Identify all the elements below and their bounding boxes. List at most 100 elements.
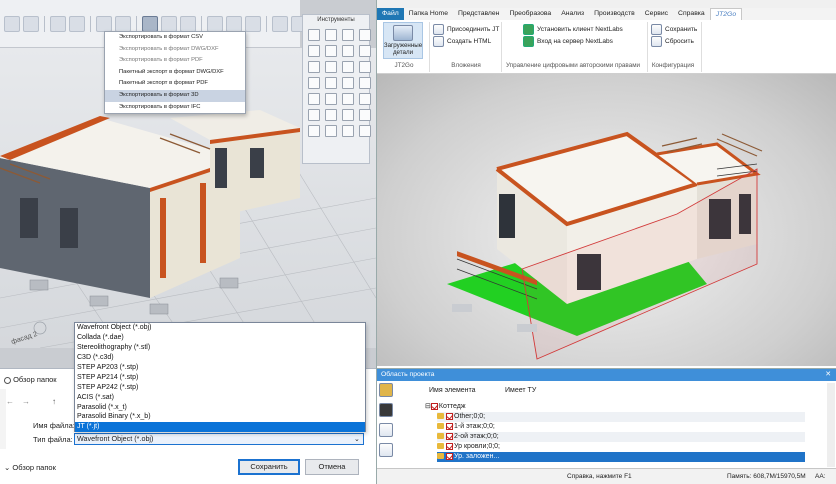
export-icon[interactable] xyxy=(142,16,158,32)
file-type-select[interactable]: Wavefront Object (*.obj) ⌄ xyxy=(74,433,364,445)
file-type-option[interactable]: ACIS (*.sat) xyxy=(75,393,365,403)
markup-icon[interactable] xyxy=(379,443,393,457)
close-icon[interactable]: ✕ xyxy=(825,369,831,381)
railing-tool-icon[interactable] xyxy=(325,61,337,73)
image-tool-icon[interactable] xyxy=(342,125,354,137)
browse-folders-toggle[interactable]: ⌄ Обзор папок xyxy=(4,463,56,472)
room-tool-icon[interactable] xyxy=(342,61,354,73)
object-tool-icon[interactable] xyxy=(308,77,320,89)
views-icon[interactable] xyxy=(379,423,393,437)
file-type-option[interactable]: Parasolid (*.x_t) xyxy=(75,403,365,413)
file-type-option[interactable]: C3D (*.c3d) xyxy=(75,353,365,363)
arc-tool-icon[interactable] xyxy=(325,93,337,105)
menu-item-batch-pdf[interactable]: Пакетный экспорт в формат PDF xyxy=(105,78,245,90)
line-tool-icon[interactable] xyxy=(308,93,320,105)
menu-item-export-csv[interactable]: Экспортировать в формат CSV xyxy=(105,32,245,44)
select-tool-icon[interactable] xyxy=(308,29,320,41)
tree-row[interactable]: Other;0;0; xyxy=(437,412,805,422)
loaded-parts-button[interactable]: Загруженные детали xyxy=(383,22,423,59)
zone-tool-icon[interactable] xyxy=(359,61,371,73)
roof-tool-icon[interactable] xyxy=(325,45,337,57)
install-nextlabs-button[interactable]: Установить клиент NextLabs xyxy=(523,24,623,35)
save-config-button[interactable]: Сохранить xyxy=(651,24,697,35)
tab-analysis[interactable]: Анализ xyxy=(556,8,589,20)
save-button[interactable]: Сохранить xyxy=(238,459,300,475)
film-icon[interactable] xyxy=(379,403,393,417)
menu-item-export-3d[interactable]: Экспортировать в формат 3D xyxy=(105,89,245,102)
attach-jt-button[interactable]: Присоединить JT xyxy=(433,24,499,35)
tree-row-selected[interactable]: Ур. заложен... xyxy=(437,452,805,462)
dropdown-icon[interactable] xyxy=(69,16,85,32)
door-tool-icon[interactable] xyxy=(359,29,371,41)
slab-tool-icon[interactable] xyxy=(308,45,320,57)
curtain-tool-icon[interactable] xyxy=(359,77,371,89)
menu-item-export-dwg[interactable]: Экспортировать в формат DWG/DXF xyxy=(105,44,245,56)
menu-item-export-ifc[interactable]: Экспортировать в формат IFC xyxy=(105,102,245,114)
file-type-option[interactable]: Wavefront Object (*.obj) xyxy=(75,323,365,333)
login-nextlabs-button[interactable]: Вход на сервер NextLabs xyxy=(523,36,613,47)
3d-viewport[interactable] xyxy=(377,74,836,366)
tab-view[interactable]: Представлен xyxy=(453,8,504,20)
tree-row[interactable]: 1-й этаж;0;0; xyxy=(437,422,805,432)
scrollbar[interactable] xyxy=(827,383,835,467)
tree-row[interactable]: Ур кровли;0;0; xyxy=(437,442,805,452)
hatch-tool-icon[interactable] xyxy=(325,125,337,137)
tab-home[interactable]: Папка Home xyxy=(404,8,453,20)
section-tool-icon[interactable] xyxy=(342,109,354,121)
mesh-tool-icon[interactable] xyxy=(342,77,354,89)
label-tool-icon[interactable] xyxy=(308,125,320,137)
file-type-option[interactable]: STEP AP214 (*.stp) xyxy=(75,373,365,383)
checkbox-icon[interactable] xyxy=(446,442,453,450)
level-tool-icon[interactable] xyxy=(325,109,337,121)
tab-transform[interactable]: Преобразова xyxy=(504,8,556,20)
file-type-option[interactable]: STEP AP242 (*.stp) xyxy=(75,383,365,393)
text-tool-icon[interactable] xyxy=(359,125,371,137)
paste-icon[interactable] xyxy=(245,16,261,32)
file-type-option[interactable]: Collada (*.dae) xyxy=(75,333,365,343)
tree-row[interactable]: 2-ой этаж;0;0; xyxy=(437,432,805,442)
view-icon[interactable] xyxy=(272,16,288,32)
tab-help[interactable]: Справка xyxy=(673,8,710,20)
cut-icon[interactable] xyxy=(207,16,223,32)
checkbox-icon[interactable] xyxy=(446,412,453,420)
checkbox-icon[interactable] xyxy=(446,432,453,440)
elevation-tool-icon[interactable] xyxy=(359,109,371,121)
cancel-button[interactable]: Отмена xyxy=(305,459,359,475)
reset-config-button[interactable]: Сбросить xyxy=(651,36,694,47)
light-tool-icon[interactable] xyxy=(325,77,337,89)
print-icon[interactable] xyxy=(161,16,177,32)
redo-icon[interactable] xyxy=(23,16,39,32)
window-tool-icon[interactable] xyxy=(342,29,354,41)
menu-item-export-pdf[interactable]: Экспортировать в формат PDF xyxy=(105,55,245,67)
tab-service[interactable]: Сервис xyxy=(640,8,673,20)
create-html-button[interactable]: Создать HTML xyxy=(433,36,491,47)
save-icon[interactable] xyxy=(115,16,131,32)
tab-production[interactable]: Производств xyxy=(589,8,640,20)
open-icon[interactable] xyxy=(96,16,112,32)
dimension-tool-icon[interactable] xyxy=(308,109,320,121)
checkbox-icon[interactable] xyxy=(446,452,453,460)
tab-file[interactable]: Файл xyxy=(377,8,404,20)
beam-tool-icon[interactable] xyxy=(359,45,371,57)
checkbox-icon[interactable] xyxy=(446,422,453,430)
undo-icon[interactable] xyxy=(4,16,20,32)
gear-icon[interactable] xyxy=(180,16,196,32)
polyline-tool-icon[interactable] xyxy=(342,93,354,105)
tree-row[interactable]: ⊟ Коттедж xyxy=(425,402,805,412)
column-tool-icon[interactable] xyxy=(342,45,354,57)
file-type-option[interactable]: STEP AP203 (*.stp) xyxy=(75,363,365,373)
checkbox-icon[interactable] xyxy=(430,402,438,410)
stair-tool-icon[interactable] xyxy=(308,61,320,73)
wall-tool-icon[interactable] xyxy=(325,29,337,41)
menu-item-batch-dwg[interactable]: Пакетный экспорт в формат DWG/DXF xyxy=(105,67,245,79)
file-type-option-selected[interactable]: JT (*.jt) xyxy=(75,422,365,433)
file-type-option[interactable]: Parasolid Binary (*.x_b) xyxy=(75,412,365,422)
layers-icon[interactable] xyxy=(50,16,66,32)
fill-tool-icon[interactable] xyxy=(359,93,371,105)
up-arrow-icon[interactable]: ↑ xyxy=(52,397,56,406)
copy-icon[interactable] xyxy=(226,16,242,32)
tab-jt2go[interactable]: JT2Go xyxy=(709,8,743,20)
back-arrow-icon[interactable]: ← xyxy=(6,397,14,406)
file-type-option[interactable]: Stereolithography (*.stl) xyxy=(75,343,365,353)
forward-arrow-icon[interactable]: → xyxy=(22,397,30,406)
